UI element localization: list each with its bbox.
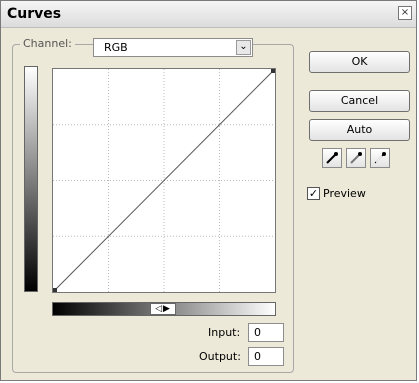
- title-bar[interactable]: Curves ×: [1, 1, 416, 28]
- curve-point-start[interactable]: [53, 288, 57, 292]
- curve-point-end[interactable]: [271, 69, 275, 73]
- chevron-down-icon[interactable]: ⌄: [236, 40, 251, 55]
- gray-eyedropper-icon[interactable]: [346, 148, 366, 168]
- output-gradient-bar: [24, 66, 38, 292]
- curve-graph[interactable]: [52, 68, 276, 293]
- preview-checkbox[interactable]: ✓: [307, 187, 320, 200]
- preview-label: Preview: [323, 187, 366, 200]
- auto-button[interactable]: Auto: [309, 119, 410, 141]
- output-label: Output:: [199, 350, 241, 363]
- channel-label: Channel:: [20, 37, 75, 50]
- close-icon[interactable]: ×: [398, 6, 412, 20]
- black-eyedropper-icon[interactable]: [322, 148, 342, 168]
- cancel-button[interactable]: Cancel: [309, 90, 410, 112]
- dialog-title: Curves: [7, 6, 62, 22]
- channel-select[interactable]: RGB ⌄: [93, 38, 253, 57]
- channel-value: RGB: [104, 41, 128, 54]
- curve-grid-svg: [53, 69, 275, 292]
- gradient-toggle-icon[interactable]: ◁▶: [150, 303, 176, 315]
- output-field[interactable]: 0: [248, 347, 284, 366]
- white-eyedropper-icon[interactable]: [370, 148, 390, 168]
- ok-button[interactable]: OK: [309, 51, 410, 73]
- input-label: Input:: [208, 326, 241, 339]
- input-field[interactable]: 0: [248, 323, 284, 342]
